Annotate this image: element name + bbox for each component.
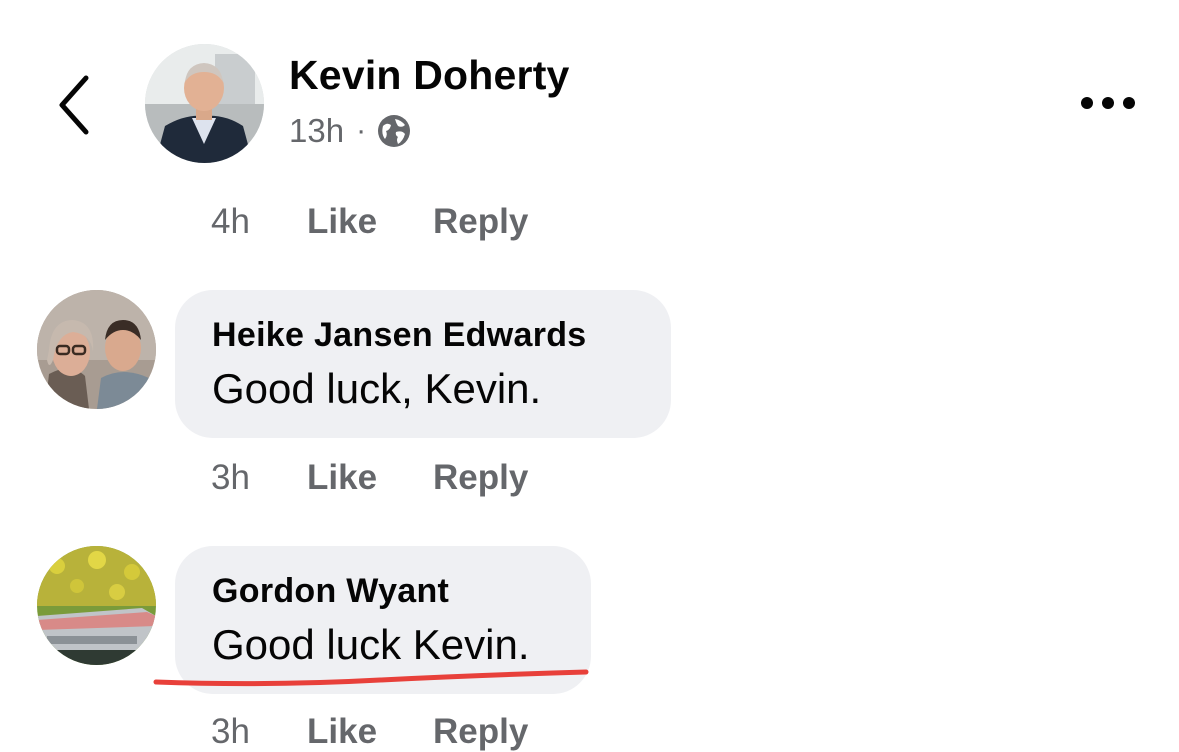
commenter-avatar[interactable] [37, 546, 156, 665]
comment-actions: 3h Like Reply [211, 458, 528, 498]
comment-time: 3h [211, 712, 250, 751]
reply-button[interactable]: Reply [433, 202, 528, 242]
comment-time: 4h [211, 202, 250, 241]
reply-button[interactable]: Reply [433, 458, 528, 498]
comment-bubble: Heike Jansen Edwards Good luck, Kevin. [175, 290, 671, 438]
red-underline-annotation [153, 669, 589, 687]
comment-actions: 3h Like Reply [211, 712, 528, 752]
like-button[interactable]: Like [307, 202, 433, 242]
post-time: 13h [289, 112, 345, 149]
commenter-avatar[interactable] [37, 290, 156, 409]
comment-time: 3h [211, 458, 250, 497]
more-options-button[interactable] [1070, 78, 1146, 128]
comment-text: Good luck, Kevin. [212, 365, 542, 412]
chevron-left-icon [59, 75, 89, 135]
comment-author[interactable]: Heike Jansen Edwards [212, 316, 633, 355]
globe-icon [378, 115, 411, 147]
like-button[interactable]: Like [307, 712, 433, 752]
comment-actions: 4h Like Reply [211, 202, 528, 242]
post-author-avatar[interactable] [145, 44, 264, 163]
comment-author[interactable]: Gordon Wyant [212, 572, 553, 611]
back-button[interactable] [44, 70, 104, 140]
meta-separator: · [356, 114, 367, 147]
post-meta: 13h · [289, 112, 412, 150]
reply-button[interactable]: Reply [433, 712, 528, 752]
more-horizontal-icon [1081, 97, 1135, 109]
like-button[interactable]: Like [307, 458, 433, 498]
post-author-name[interactable]: Kevin Doherty [289, 52, 570, 99]
